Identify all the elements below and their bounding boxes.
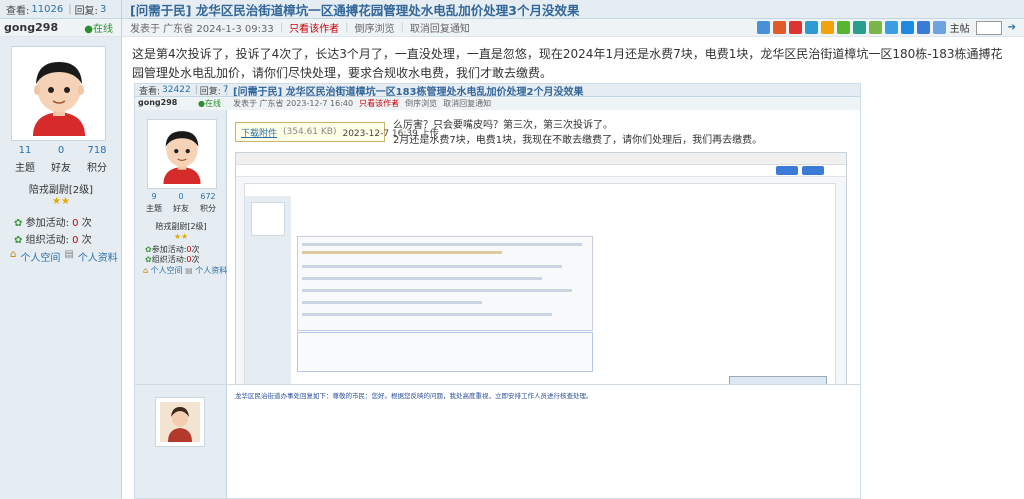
thread-stats: 查看: 11026 | 回复: 3 — [0, 0, 122, 19]
share-icon-bar — [757, 21, 946, 34]
nested-inner-shot — [297, 236, 593, 331]
nested-blue-box — [297, 332, 593, 372]
share-icon[interactable] — [885, 21, 898, 34]
rank-stars: ★★ — [52, 196, 70, 207]
nested-address-bar — [236, 153, 846, 165]
avatar-illustration — [163, 131, 201, 184]
unfollow-reply-link[interactable]: 取消回复通知 — [410, 20, 470, 35]
download-size: (354.61 KB) — [283, 127, 337, 137]
online-dot-icon: ● — [84, 24, 93, 35]
stats-divider: | — [68, 3, 72, 15]
profile-links: ⌂ 个人空间 ▤ 个人资料 — [10, 249, 118, 264]
download-link: 下载附件 — [241, 128, 278, 139]
share-icon[interactable] — [789, 21, 802, 34]
embedded-reverse: 倒序浏览 — [405, 99, 438, 108]
medal-icon: ✿ — [14, 218, 23, 229]
download-time: 2023-12-7 16:39 上传 — [342, 128, 439, 139]
share-icon[interactable] — [933, 21, 946, 34]
thread-topbar: 查看: 11026 | 回复: 3 [问需于民] 龙华区民治街道樟坑一区通搏花园… — [0, 0, 1024, 19]
embedded-profile-links: ⌂ 个人空间 ▤ 个人资料 — [143, 266, 228, 275]
floor-input[interactable] — [975, 20, 1002, 35]
thread-title[interactable]: [问需于民] 龙华区民治街道樟坑一区通搏花园管理处水电乱加价处理3个月没效果 — [130, 0, 579, 19]
share-icon[interactable] — [917, 21, 930, 34]
stat-points[interactable]: 718 积分 — [80, 145, 114, 174]
embedded-views: 32422 — [162, 85, 191, 95]
embedded-user-stats: 9 主题 0 好友 672 积分 — [146, 192, 216, 213]
online-status: ●在线 — [84, 24, 113, 35]
replies-label: 回复: — [74, 5, 98, 17]
embedded-screenshot[interactable]: 查看: 32422 | 回复: 7 [问需于民] 龙华区民治街道樟坑一区183栋管理… — [134, 83, 861, 499]
download-tooltip[interactable]: 下载附件 (354.61 KB) 2023-12-7 16:39 上传 — [235, 122, 439, 142]
reply-avatar — [155, 397, 205, 447]
embedded-stats: 查看: 32422 | 回复: 7 — [135, 84, 229, 97]
personal-profile-link[interactable]: 个人资料 — [78, 249, 118, 264]
medal-icon: ✿ — [14, 235, 23, 246]
avatar-illustration — [16, 51, 101, 136]
post-header: gong298 ●在线 发表于 广东省 2024-1-3 09:33 | 只看该… — [0, 18, 1024, 37]
embedded-reply-section: 龙华区民治街道办事处回复如下：尊敬的市民：您好。根据您反映的问题，我处高度重视，… — [135, 384, 860, 498]
home-icon: ⌂ — [10, 249, 17, 260]
embedded-organize: ✿组织活动:0次 — [145, 255, 200, 264]
stat-threads[interactable]: 11 主题 — [8, 145, 42, 174]
post-date: 发表于 广东省 2024-1-3 09:33 — [130, 24, 274, 35]
user-rank[interactable]: 陪戎副尉[2级] — [0, 181, 122, 196]
share-icon[interactable] — [757, 21, 770, 34]
home-icon: ⌂ — [143, 266, 149, 275]
views-label: 查看: — [6, 5, 30, 17]
embedded-online: ●在线 — [198, 99, 221, 108]
share-icon[interactable] — [821, 21, 834, 34]
share-icon[interactable] — [773, 21, 786, 34]
embedded-unfollow: 取消回复通知 — [443, 99, 492, 108]
embedded-reply-text: 龙华区民治街道办事处回复如下：尊敬的市民：您好。根据您反映的问题，我处高度重视，… — [235, 392, 593, 400]
share-icon[interactable] — [837, 21, 850, 34]
embedded-stars: ★★ — [173, 232, 189, 241]
nested-toolbar — [236, 165, 846, 177]
embedded-replies: 7 — [222, 85, 229, 95]
floor-jump: 主帖 ➔ — [950, 20, 1016, 35]
user-stats: 11 主题 0 好友 718 积分 — [8, 145, 114, 174]
online-dot-icon: ● — [198, 99, 205, 108]
embedded-only-author: 只看该作者 — [359, 99, 400, 108]
share-icon[interactable] — [853, 21, 866, 34]
user-sidebar: 11 主题 0 好友 718 积分 陪戎副尉[2级] ★★ ✿ 参加活动: 0 次 ✿… — [0, 37, 122, 499]
embedded-rank: 陪戎副尉[2级] — [155, 222, 207, 231]
share-icon[interactable] — [901, 21, 914, 34]
embedded-author: gong298 — [138, 98, 178, 107]
reverse-order-link[interactable]: 倒序浏览 — [355, 20, 395, 35]
post-meta: 发表于 广东省 2024-1-3 09:33 | 只看该作者 | 倒序浏览 | … — [130, 20, 470, 35]
floor-label: 主帖 — [949, 24, 970, 35]
post-content: 这是第4次投诉了，投诉了4次了，长达3个月了，一直没处理，一直是忽悠，现在202… — [122, 37, 1024, 499]
organize-activity: ✿ 组织活动: 0 次 — [14, 235, 92, 246]
avatar-illustration — [160, 402, 200, 442]
share-icon[interactable] — [869, 21, 882, 34]
only-author-link[interactable]: 只看该作者 — [289, 20, 339, 35]
embedded-date: 发表于 广东省 2023-12-7 16:40 — [233, 99, 354, 108]
jump-arrow-icon[interactable]: ➔ — [1008, 22, 1016, 33]
embedded-title: [问需于民] 龙华区民治街道樟坑一区183栋管理处水电乱加价处理2个月没效果 — [233, 86, 584, 98]
views-count: 11026 — [31, 3, 64, 15]
doc-icon: ▤ — [185, 266, 193, 275]
share-icon[interactable] — [805, 21, 818, 34]
embedded-avatar — [147, 119, 217, 189]
attend-activity: ✿ 参加活动: 0 次 — [14, 218, 92, 229]
embedded-topbar: 查看: 32422 | 回复: 7 [问需于民] 龙华区民治街道樟坑一区183栋管理… — [135, 84, 860, 98]
embedded-reply-sidebar — [135, 385, 227, 498]
doc-icon: ▤ — [64, 249, 74, 260]
author-name[interactable]: gong298 — [4, 21, 58, 34]
personal-space-link[interactable]: 个人空间 — [20, 249, 60, 264]
post-author: gong298 ●在线 — [0, 18, 122, 37]
embedded-post-header: gong298 ●在线 发表于 广东省 2023-12-7 16:40 只看该作者… — [135, 97, 860, 110]
avatar[interactable] — [11, 46, 106, 141]
replies-count: 3 — [99, 3, 107, 15]
post-body: 这是第4次投诉了，投诉了4次了，长达3个月了，一直没处理，一直是忽悠，现在202… — [132, 47, 1003, 80]
stat-friends[interactable]: 0 好友 — [44, 145, 78, 174]
